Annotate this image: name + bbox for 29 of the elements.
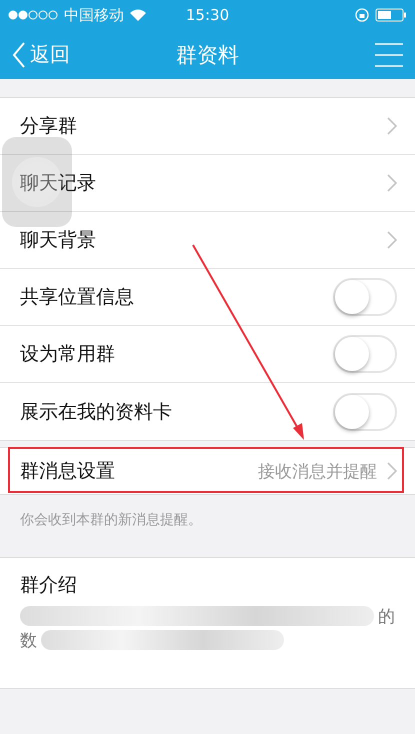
chevron-icon (387, 462, 397, 480)
toggle-switch[interactable] (333, 278, 397, 316)
signal-icon (8, 10, 58, 20)
intro-title: 群介绍 (20, 573, 78, 598)
setting-label: 展示在我的资料卡 (20, 400, 173, 424)
setting-label: 聊天背景 (20, 228, 97, 253)
rotation-lock-icon (355, 8, 369, 22)
chevron-icon (387, 117, 397, 135)
toggle-switch[interactable] (333, 335, 397, 373)
intro-text: 数 (20, 630, 37, 652)
setting-label: 群消息设置 (20, 459, 116, 484)
intro-text: 的 (378, 606, 395, 628)
setting-value: 接收消息并提醒 (258, 460, 377, 482)
setting-label: 聊天记录 (20, 171, 97, 196)
clock-time: 15:30 (186, 6, 230, 24)
menu-icon[interactable] (375, 42, 403, 66)
setting-label: 设为常用群 (20, 342, 116, 367)
toggle-switch[interactable] (333, 392, 397, 430)
carrier-name: 中国移动 (64, 6, 124, 24)
chevron-icon (387, 174, 397, 192)
page-title: 群资料 (176, 42, 239, 68)
message-setting-row[interactable]: 群消息设置 接收消息并提醒 (0, 447, 415, 495)
setting-label: 分享群 (20, 114, 78, 139)
wifi-icon (130, 9, 146, 21)
back-icon (12, 42, 26, 68)
battery-icon (375, 8, 407, 22)
chevron-icon (387, 231, 397, 249)
hint-text: 你会收到本群的新消息提醒。 (19, 511, 203, 530)
setting-label: 共享位置信息 (20, 285, 135, 310)
